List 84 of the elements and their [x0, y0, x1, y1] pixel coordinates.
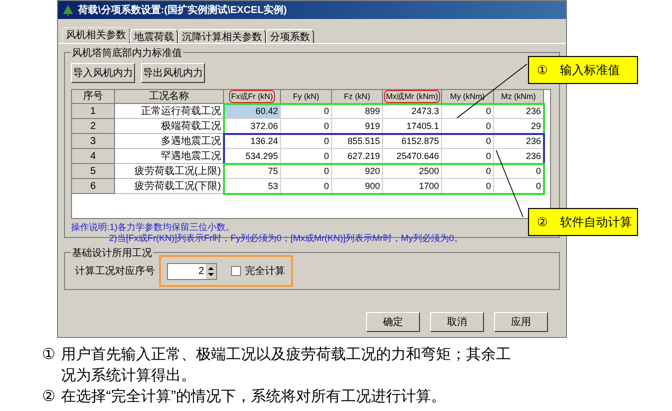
- table-cell[interactable]: 0: [281, 119, 332, 134]
- footnote-text: 用户首先输入正常、极端工况以及疲劳荷载工况的力和弯矩；其余工况为系统计算得出。: [61, 345, 512, 386]
- table-cell[interactable]: 75: [224, 164, 281, 179]
- table-cell[interactable]: 236: [494, 104, 544, 119]
- dialog-button[interactable]: 取消: [430, 312, 484, 332]
- table-cell: 罕遇地震工况: [115, 149, 224, 164]
- note-text: 2)当[Fx或Fr(KN)]列表示Fr时，Fy列必须为0；[Mx或Mr(KN)]列表示Mr时，My列必须为0。: [108, 233, 464, 244]
- spin-field[interactable]: 2: [167, 262, 217, 280]
- table-cell[interactable]: 0: [442, 179, 494, 194]
- dialog-button[interactable]: 导出风机内力: [141, 63, 205, 83]
- table-cell[interactable]: 0: [442, 149, 494, 164]
- table-cell[interactable]: 0: [281, 134, 332, 149]
- tab[interactable]: 沉降计算相关参数: [178, 29, 266, 43]
- callout-text: 软件自动计算: [560, 214, 632, 231]
- table-cell[interactable]: 236: [494, 134, 544, 149]
- footnote-marker: ②: [42, 387, 55, 407]
- callout-text: 输入标准值: [560, 62, 620, 79]
- dialog-button[interactable]: 应用: [494, 312, 548, 332]
- table-cell[interactable]: 0: [442, 164, 494, 179]
- footnote-text: 在选择“完全计算”的情况下，系统将对所有工况进行计算。: [61, 387, 447, 407]
- row-header: 1: [72, 104, 115, 119]
- column-header: My (kNm): [449, 91, 486, 102]
- table-cell[interactable]: 0: [442, 134, 494, 149]
- table-cell[interactable]: 372.06: [224, 119, 281, 134]
- tab[interactable]: 风机相关参数: [62, 27, 130, 43]
- tab[interactable]: 地震荷载: [130, 29, 178, 43]
- row-header: 5: [72, 164, 115, 179]
- table-cell[interactable]: 29: [494, 119, 544, 134]
- checkbox-label: 完全计算: [245, 264, 285, 278]
- row-header: 3: [72, 134, 115, 149]
- row-header: 6: [72, 179, 115, 194]
- dialog-button[interactable]: 确定: [366, 312, 420, 332]
- table-cell[interactable]: 53: [224, 179, 281, 194]
- table-cell[interactable]: 25470.646: [383, 149, 442, 164]
- leader-line: [496, 150, 524, 218]
- column-header: Fy (kN): [292, 91, 320, 102]
- table-cell[interactable]: 0: [281, 179, 332, 194]
- table-cell[interactable]: 0: [281, 149, 332, 164]
- row-header: 4: [72, 149, 115, 164]
- note-text: 操作说明:1)各力学参数均保留三位小数。: [71, 222, 236, 233]
- table-cell[interactable]: 0: [494, 179, 544, 194]
- table-cell[interactable]: 0: [494, 164, 544, 179]
- spin-value: 2: [198, 264, 205, 278]
- table-cell[interactable]: 920: [332, 164, 383, 179]
- column-header: Fz (kN): [342, 91, 372, 102]
- tab[interactable]: 分项系数: [266, 29, 314, 43]
- table-cell[interactable]: 2473.3: [383, 104, 442, 119]
- table-cell[interactable]: 899: [332, 104, 383, 119]
- table-cell[interactable]: 900: [332, 179, 383, 194]
- table-cell[interactable]: 236: [494, 149, 544, 164]
- spin-arrows-icon: [206, 264, 216, 278]
- tree-icon: [62, 4, 74, 16]
- table-cell[interactable]: 534.295: [224, 149, 281, 164]
- callout-marker: ②: [537, 214, 548, 231]
- callout-marker: ①: [537, 62, 548, 79]
- checkbox[interactable]: [231, 266, 241, 276]
- table-cell[interactable]: 855.515: [332, 134, 383, 149]
- column-header: Mz (kNm): [500, 91, 537, 102]
- table-cell[interactable]: 627.219: [332, 149, 383, 164]
- column-header: 工况名称: [115, 90, 224, 104]
- table-cell[interactable]: 919: [332, 119, 383, 134]
- table-cell[interactable]: 0: [281, 104, 332, 119]
- table-cell[interactable]: 60.42: [224, 104, 281, 119]
- row-header: 2: [72, 119, 115, 134]
- table-cell: 极端荷载工况: [115, 119, 224, 134]
- table-cell[interactable]: 6152.875: [383, 134, 442, 149]
- table-cell[interactable]: 1700: [383, 179, 442, 194]
- table-cell: 多遇地震工况: [115, 134, 224, 149]
- table-cell: 疲劳荷载工况(下限): [115, 179, 224, 194]
- column-header: Fx或Fr (kN): [229, 90, 275, 103]
- table-cell[interactable]: 17405.1: [383, 119, 442, 134]
- window-title: 荷载\分项系数设置:(国扩实例测试\EXCEL实例): [78, 3, 287, 18]
- column-header: Mx或Mr (kNm): [384, 90, 440, 103]
- table-cell[interactable]: 136.24: [224, 134, 281, 149]
- table-cell: 正常运行荷载工况: [115, 104, 224, 119]
- table-cell[interactable]: 0: [281, 164, 332, 179]
- dialog-button[interactable]: 导入风机内力: [71, 63, 135, 83]
- field-label: 计算工况对应序号: [75, 264, 155, 278]
- table-cell[interactable]: 0: [442, 104, 494, 119]
- table-cell[interactable]: 2500: [383, 164, 442, 179]
- table-cell: 疲劳荷载工况(上限): [115, 164, 224, 179]
- column-header: 序号: [72, 90, 115, 104]
- footnote-marker: ①: [42, 345, 55, 365]
- table-cell[interactable]: 0: [442, 119, 494, 134]
